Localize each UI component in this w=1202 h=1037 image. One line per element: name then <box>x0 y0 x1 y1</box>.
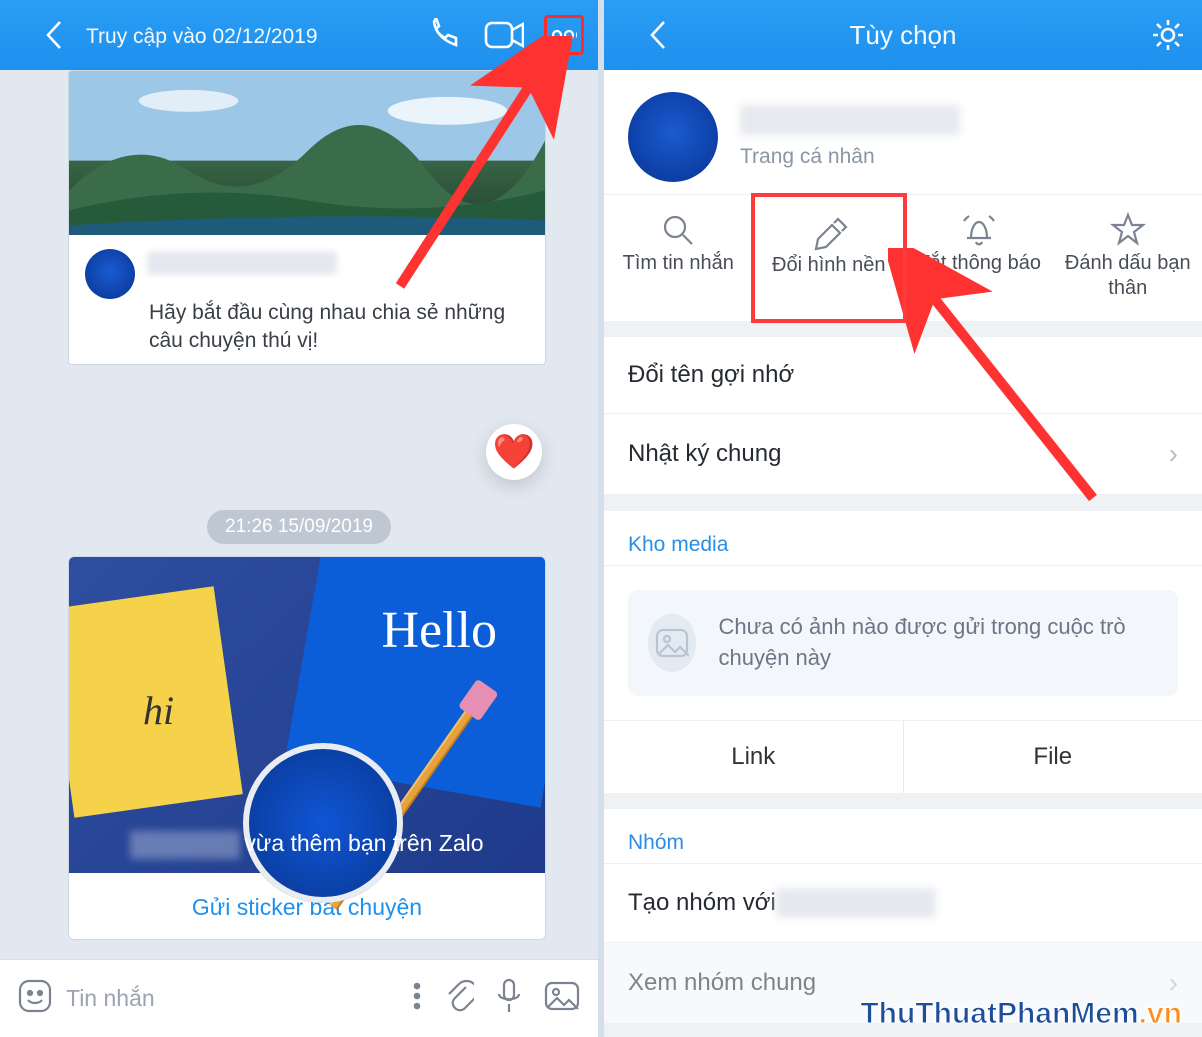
friend-added-card[interactable]: hi Hello vừa thêm bạn trên Zalo Gửi stic… <box>68 556 546 940</box>
added-on-zalo-text: vừa thêm bạn trên Zalo <box>69 830 545 859</box>
heart-reaction[interactable]: ❤️ <box>486 424 542 480</box>
mark-close-friend-button[interactable]: Đánh dấu bạn thân <box>1054 195 1202 321</box>
profile-avatar <box>628 92 718 182</box>
more-options-icon[interactable] <box>544 15 584 55</box>
intro-card[interactable]: Hãy bắt đầu cùng nhau chia sẻ những câu … <box>68 70 546 365</box>
image-picker-icon[interactable] <box>544 981 580 1016</box>
options-header: Tùy chọn <box>604 0 1202 70</box>
video-call-icon[interactable] <box>484 15 524 55</box>
quick-actions-row: Tìm tin nhắn Đổi hình nền Tắt thông báo … <box>604 195 1202 321</box>
photo-placeholder-icon <box>648 614 696 672</box>
media-empty-state: Chưa có ảnh nào được gửi trong cuộc trò … <box>604 566 1202 720</box>
profile-name-blurred <box>740 105 960 135</box>
rename-contact-item[interactable]: Đổi tên gợi nhớ <box>604 337 1202 414</box>
chevron-right-icon: › <box>1169 438 1178 470</box>
options-title: Tùy chọn <box>678 20 1128 51</box>
media-section-title: Kho media <box>604 511 1202 566</box>
chat-timestamp: 21:26 15/09/2019 <box>207 510 391 544</box>
shared-diary-item[interactable]: Nhật ký chung› <box>604 414 1202 495</box>
voice-call-icon[interactable] <box>424 15 464 55</box>
last-access-text: Truy cập vào 02/12/2019 <box>86 25 318 49</box>
stationery-image: hi Hello vừa thêm bạn trên Zalo <box>69 557 545 873</box>
chat-header: Truy cập vào 02/12/2019 <box>0 0 598 70</box>
contact-name-blurred <box>147 251 337 275</box>
group-section-title: Nhóm <box>604 809 1202 864</box>
tab-file[interactable]: File <box>904 721 1202 793</box>
search-messages-button[interactable]: Tìm tin nhắn <box>604 195 753 321</box>
attach-icon[interactable] <box>444 979 474 1018</box>
watermark: ThuThuatPhanMem.vn <box>860 997 1182 1031</box>
sticker-picker-icon[interactable] <box>18 979 52 1018</box>
back-icon[interactable] <box>638 15 678 55</box>
more-composer-icon[interactable] <box>412 981 422 1016</box>
profile-row[interactable]: Trang cá nhân <box>604 70 1202 195</box>
profile-link: Trang cá nhân <box>740 145 960 169</box>
message-input[interactable]: Tin nhắn <box>66 985 390 1012</box>
intro-message: Hãy bắt đầu cùng nhau chia sẻ những câu … <box>69 299 545 365</box>
voice-message-icon[interactable] <box>496 978 522 1019</box>
mute-notifications-button[interactable]: Tắt thông báo <box>905 195 1054 321</box>
tab-link[interactable]: Link <box>604 721 903 793</box>
back-icon[interactable] <box>34 15 74 55</box>
contact-avatar <box>85 249 135 299</box>
media-tabs: Link File <box>604 720 1202 793</box>
chevron-right-icon: › <box>1169 967 1178 999</box>
group-name-blurred <box>776 888 936 918</box>
intro-card-image <box>69 71 545 235</box>
change-background-button[interactable]: Đổi hình nền <box>751 193 908 323</box>
message-composer: Tin nhắn <box>0 959 598 1037</box>
settings-gear-icon[interactable] <box>1148 15 1188 55</box>
create-group-item[interactable]: Tạo nhóm với <box>604 864 1202 943</box>
